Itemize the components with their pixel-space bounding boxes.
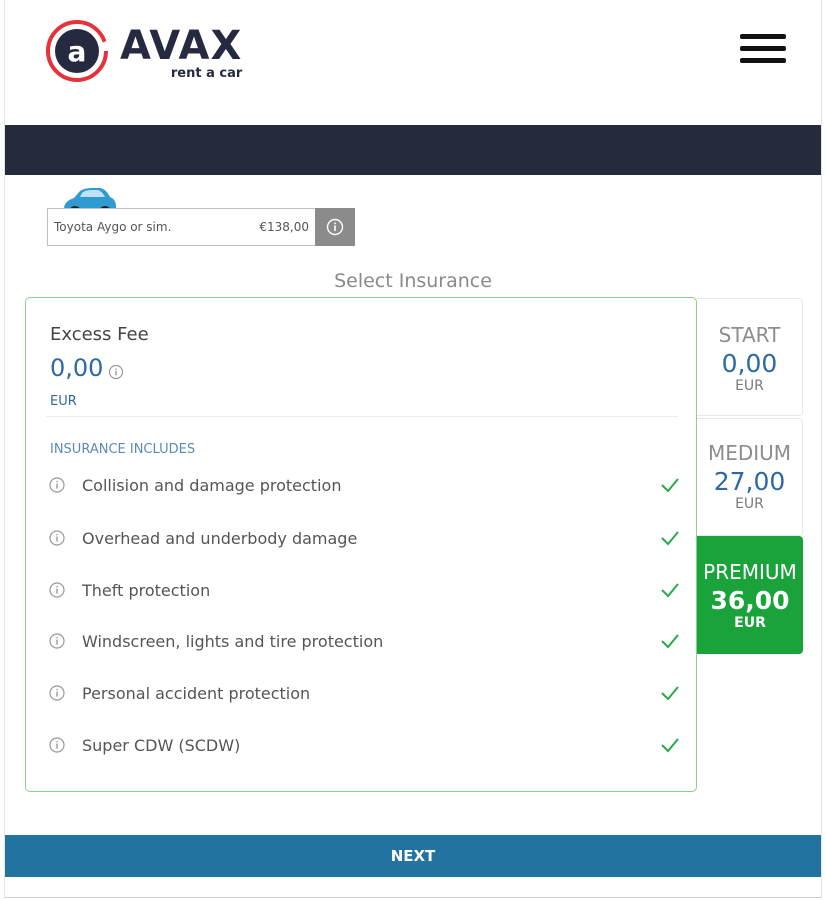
plan-price: 0,00 xyxy=(721,349,778,378)
feature-row: Theft protection xyxy=(48,577,680,603)
plan-details-card: Excess Fee 0,00 EUR INSURANCE INCLUDES C… xyxy=(25,297,697,792)
car-selector[interactable]: Toyota Aygo or sim. €138,00 xyxy=(47,208,315,246)
insurance-includes-heading: INSURANCE INCLUDES xyxy=(50,442,196,457)
feature-label: Overhead and underbody damage xyxy=(82,528,358,548)
feature-row: Collision and damage protection xyxy=(48,472,680,498)
plan-price: 27,00 xyxy=(713,467,786,496)
plan-currency: EUR xyxy=(734,615,766,631)
info-icon[interactable] xyxy=(48,632,66,650)
brand-name: AVAX xyxy=(120,23,243,69)
check-icon xyxy=(661,634,679,649)
feature-row: Personal accident protection xyxy=(48,680,680,706)
feature-row: Overhead and underbody damage xyxy=(48,525,680,551)
car-name: Toyota Aygo or sim. xyxy=(54,220,172,234)
info-icon[interactable] xyxy=(48,684,66,702)
plan-currency: EUR xyxy=(735,378,764,394)
check-icon xyxy=(661,686,679,701)
info-icon[interactable] xyxy=(48,581,66,599)
info-icon[interactable] xyxy=(48,529,66,547)
check-icon xyxy=(661,531,679,546)
svg-text:a: a xyxy=(68,35,87,68)
header-band xyxy=(5,125,821,175)
hamburger-menu-icon[interactable] xyxy=(740,34,786,66)
check-icon xyxy=(661,738,679,753)
divider xyxy=(46,416,678,417)
check-icon xyxy=(661,478,679,493)
plan-tab-start[interactable]: START 0,00 EUR xyxy=(697,298,803,416)
feature-label: Windscreen, lights and tire protection xyxy=(82,631,384,651)
section-title: Select Insurance xyxy=(334,270,492,292)
plan-name: PREMIUM xyxy=(703,560,797,584)
feature-label: Super CDW (SCDW) xyxy=(82,735,241,755)
feature-label: Personal accident protection xyxy=(82,683,311,703)
info-icon[interactable] xyxy=(48,476,66,494)
excess-fee-label: Excess Fee xyxy=(50,324,149,345)
feature-label: Theft protection xyxy=(82,580,211,600)
car-price: €138,00 xyxy=(259,220,309,234)
feature-row: Windscreen, lights and tire protection xyxy=(48,628,680,654)
next-button[interactable]: NEXT xyxy=(5,835,821,877)
car-info-button[interactable] xyxy=(315,208,355,246)
plan-name: START xyxy=(718,323,781,347)
brand-logo[interactable]: a AVAX rent a car xyxy=(44,18,242,84)
excess-fee-value: 0,00 xyxy=(50,354,104,382)
plan-tab-medium[interactable]: MEDIUM 27,00 EUR xyxy=(697,418,803,536)
brand-tagline: rent a car xyxy=(170,66,243,81)
excess-fee-currency: EUR xyxy=(50,394,77,409)
excess-info-icon[interactable] xyxy=(108,364,124,380)
plan-currency: EUR xyxy=(735,496,764,512)
info-icon[interactable] xyxy=(48,736,66,754)
plan-tab-premium[interactable]: PREMIUM 36,00 EUR xyxy=(697,536,803,654)
info-icon xyxy=(326,218,344,236)
feature-row: Super CDW (SCDW) xyxy=(48,732,680,758)
check-icon xyxy=(661,583,679,598)
logo-mark-icon: a xyxy=(46,20,109,82)
plan-name: MEDIUM xyxy=(707,441,792,465)
plan-price: 36,00 xyxy=(710,586,790,615)
feature-label: Collision and damage protection xyxy=(82,475,342,495)
